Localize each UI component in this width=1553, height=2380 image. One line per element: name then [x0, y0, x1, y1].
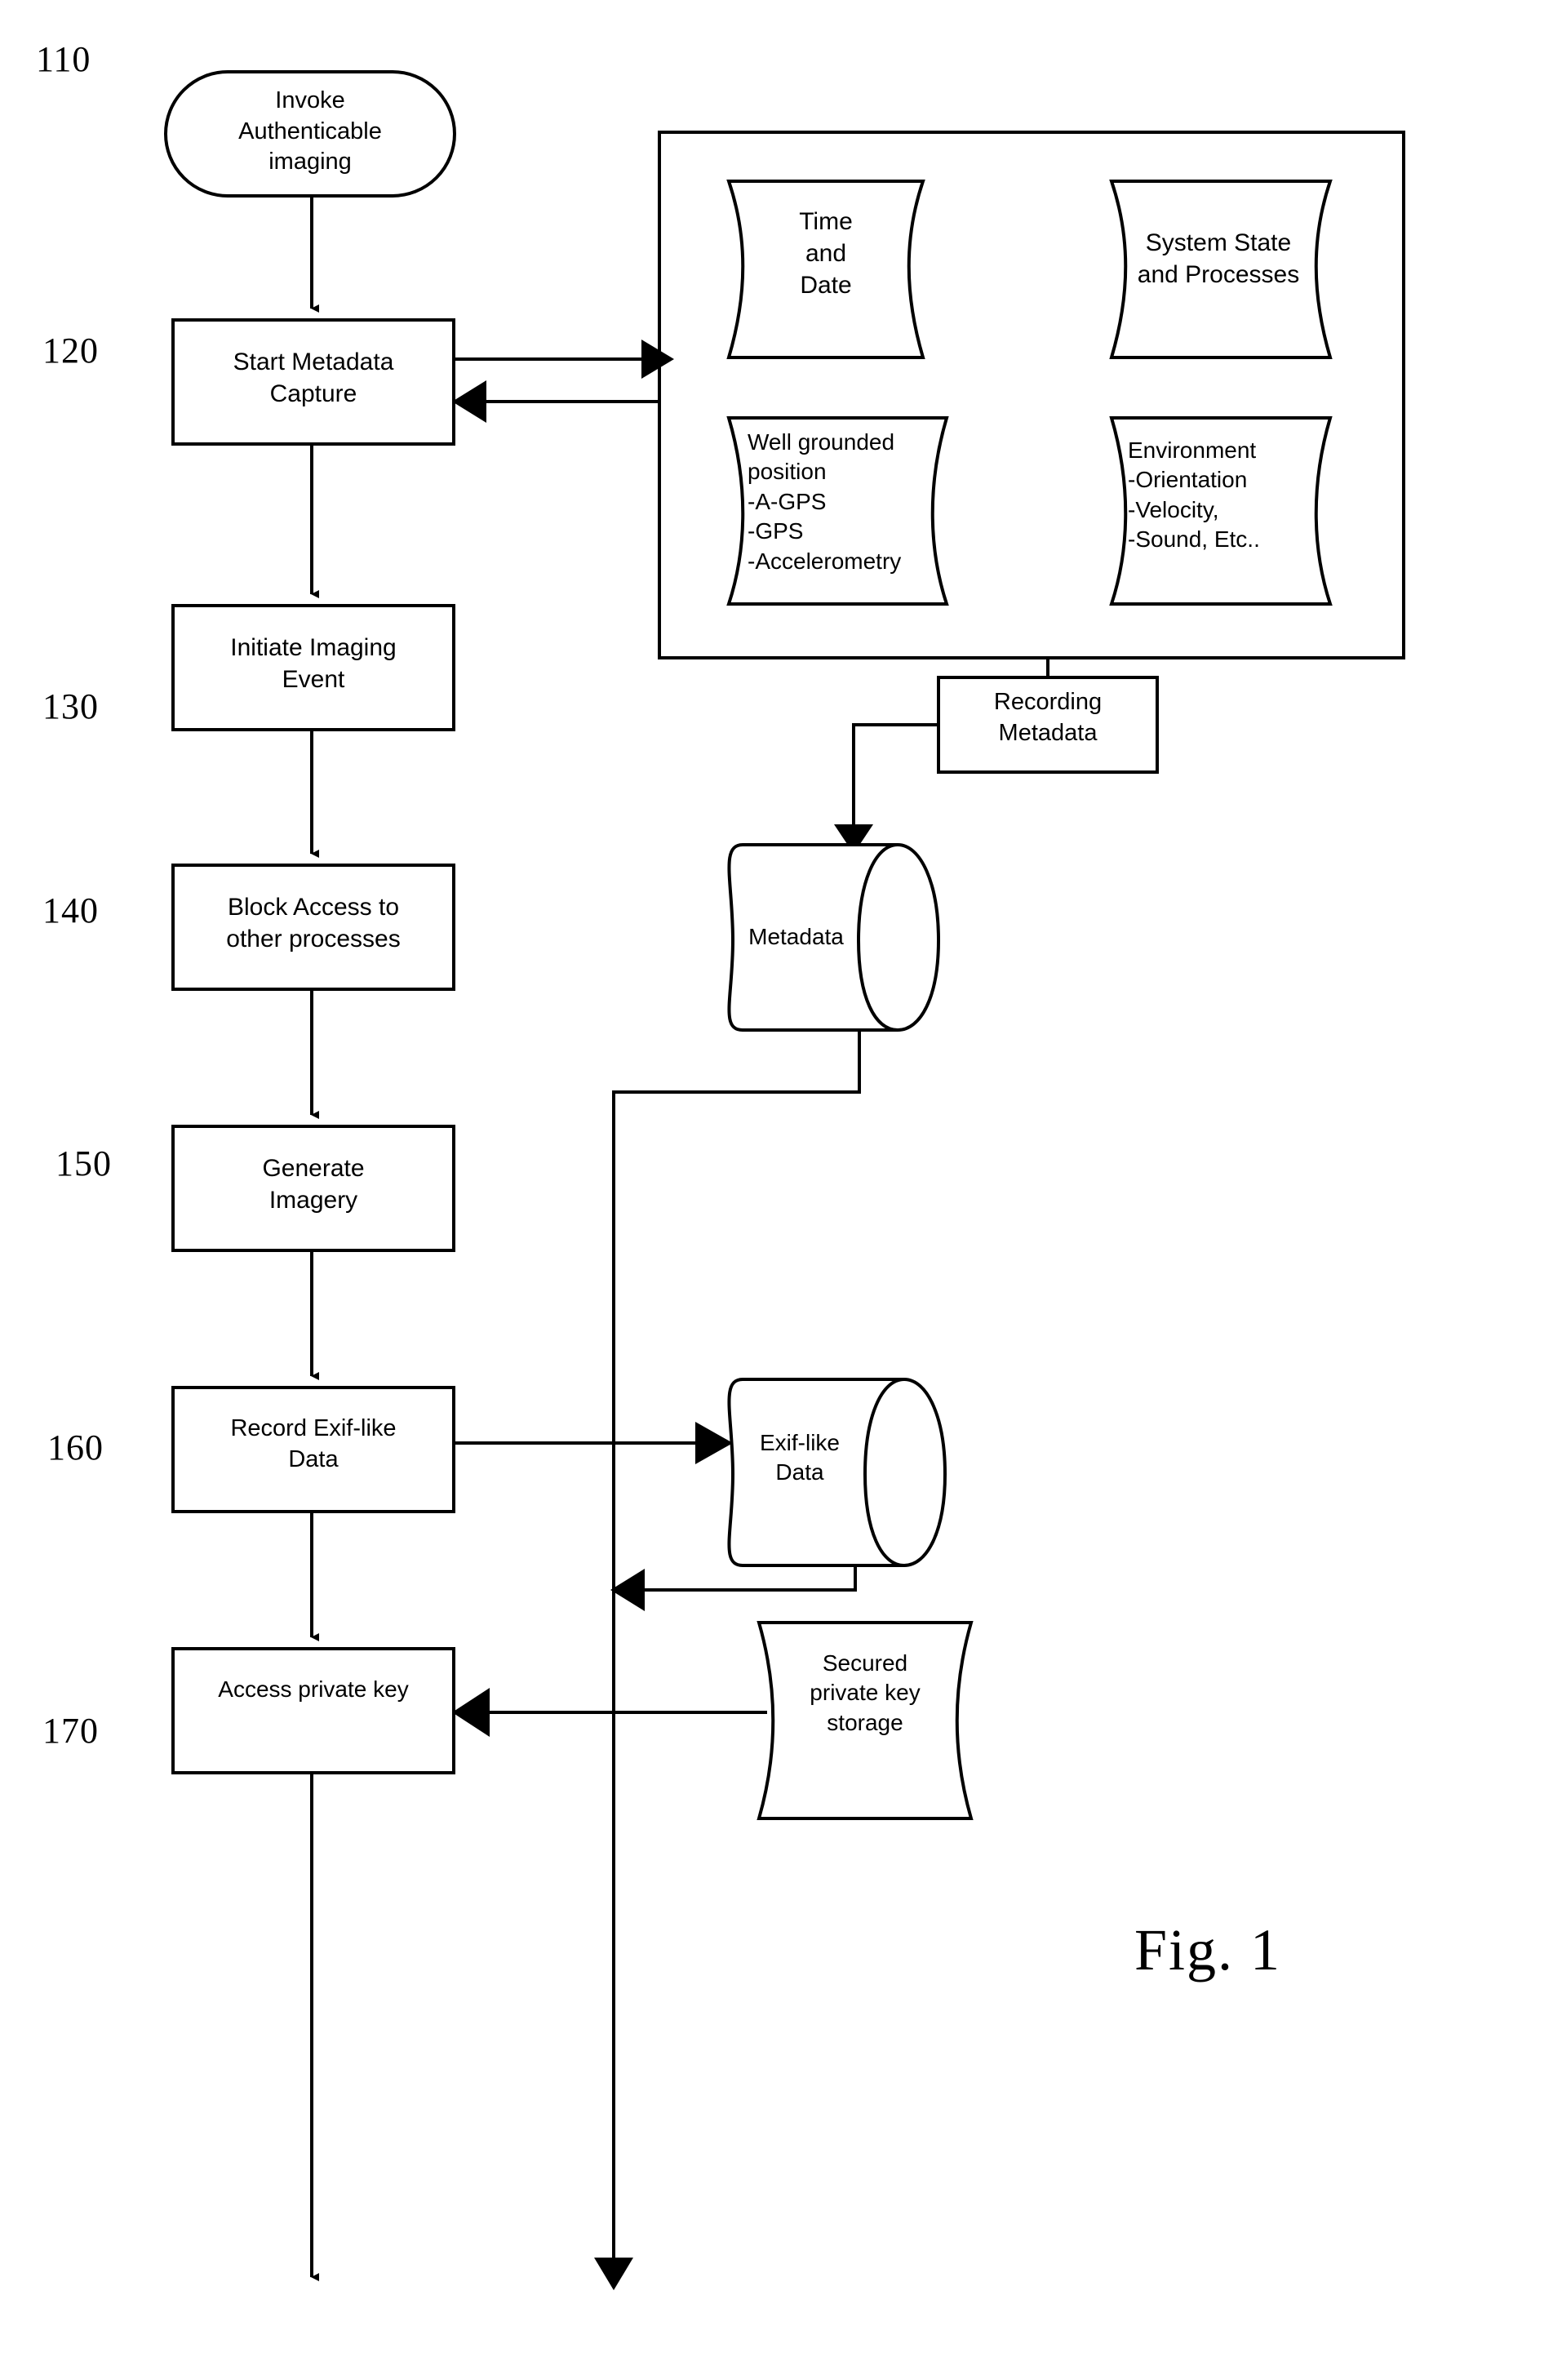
label-time-and-date: Time and Date [799, 208, 853, 299]
figure-root: 110 120 130 140 150 160 170 Invoke Authe… [0, 0, 1553, 2380]
ref-numeral-170: 170 [42, 1711, 99, 1751]
label-system-state-and-processes: System State and Processes [1137, 229, 1300, 288]
label-block-access: Block Access to other processes [226, 894, 401, 952]
arrow-record-exif-to-store [454, 1422, 733, 1464]
label-exif-like-data-store: Exif-like Data [759, 1430, 840, 1485]
label-environment: Environment -Orientation -Velocity, -Sou… [1128, 437, 1260, 553]
label-record-exif-like-data: Record Exif-like Data [230, 1415, 397, 1472]
label-secured-private-key-storage: Secured private key storage [810, 1650, 921, 1735]
label-invoke-authenticable-imaging: Invoke Authenticable imaging [238, 87, 382, 175]
ref-numeral-150: 150 [55, 1143, 112, 1183]
ref-numeral-110: 110 [36, 39, 91, 79]
node-access-private-key [171, 1647, 455, 1774]
ref-numeral-160: 160 [47, 1428, 104, 1468]
ref-numeral-120: 120 [42, 331, 99, 371]
ref-numeral-140: 140 [42, 890, 99, 930]
label-access-private-key: Access private key [218, 1676, 409, 1702]
connector-recording-metadata-to-store [834, 723, 938, 854]
arrow-exif-store-return [610, 1565, 857, 1611]
arrow-capture-to-panel [454, 340, 674, 379]
label-well-grounded-position: Well grounded position -A-GPS -GPS -Acce… [748, 429, 902, 574]
label-metadata-store: Metadata [748, 924, 844, 949]
ref-numeral-130: 130 [42, 686, 99, 726]
label-start-metadata-capture: Start Metadata Capture [233, 349, 394, 407]
label-initiate-imaging-event: Initiate Imaging Event [230, 634, 397, 693]
arrow-secured-key-to-access [452, 1688, 767, 1737]
figure-caption: Fig. 1 [1134, 1917, 1282, 1983]
label-generate-imagery: Generate Imagery [262, 1155, 365, 1214]
arrow-panel-to-capture [452, 380, 658, 423]
label-recording-metadata: Recording Metadata [993, 689, 1103, 746]
